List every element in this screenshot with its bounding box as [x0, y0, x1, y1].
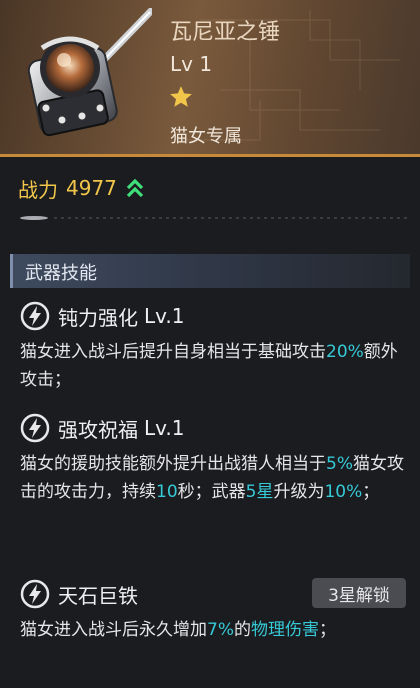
skill-description: 猫女的援助技能额外提升出战猎人相当于5%猫女攻击的攻击力，持续10秒；武器5星升…	[20, 450, 412, 506]
skill-level: Lv.1	[144, 304, 185, 328]
weapon-level: Lv 1	[170, 52, 213, 76]
skill-description: 猫女进入战斗后提升自身相当于基础攻击20%额外攻击；	[20, 338, 412, 394]
desc-highlight: 物理伤害	[250, 620, 319, 640]
weapon-skills-section-header: 武器技能	[10, 254, 410, 288]
skill-description: 猫女进入战斗后永久增加7%的物理伤害；	[20, 616, 412, 644]
skill-assault-blessing: 强攻祝福 Lv.1 猫女的援助技能额外提升出战猎人相当于5%猫女攻击的攻击力，持…	[20, 412, 412, 506]
divider	[20, 216, 410, 220]
desc-highlight: 5%	[326, 454, 353, 474]
double-chevron-up-icon	[126, 178, 144, 198]
skill-meteoric-iron: 天石巨铁 3星解锁 猫女进入战斗后永久增加7%的物理伤害；	[20, 578, 412, 644]
skill-name: 天石巨铁	[58, 583, 138, 608]
lightning-icon	[20, 413, 50, 443]
desc-highlight: 7%	[207, 620, 234, 640]
desc-highlight: 10%	[324, 482, 363, 502]
desc-highlight: 10	[156, 482, 178, 502]
lightning-icon	[20, 579, 50, 609]
section-title: 武器技能	[25, 263, 97, 284]
desc-text: ；	[362, 482, 380, 502]
star-icon	[170, 86, 192, 107]
desc-highlight: 20%	[326, 342, 364, 362]
desc-text: 猫女进入战斗后永久增加	[20, 620, 207, 640]
power-label: 战力	[18, 177, 58, 202]
combat-power: 战力 4977	[18, 174, 145, 202]
desc-highlight: 5星	[245, 482, 274, 502]
desc-text: ；	[318, 620, 336, 640]
skill-name: 强攻祝福	[58, 417, 138, 442]
exclusive-label: 猫女专属	[170, 126, 242, 147]
skill-blunt-force: 钝力强化 Lv.1 猫女进入战斗后提升自身相当于基础攻击20%额外攻击；	[20, 300, 412, 394]
desc-text: 秒；武器	[177, 482, 246, 502]
skill-name: 钝力强化	[58, 305, 138, 330]
weapon-header: 瓦尼亚之锤 Lv 1 猫女专属	[0, 0, 420, 157]
hammer-weapon-icon	[27, 8, 152, 137]
desc-text: 猫女的援助技能额外提升出战猎人相当于	[20, 454, 326, 474]
lightning-icon	[20, 301, 50, 331]
unlock-requirement-badge: 3星解锁	[312, 578, 406, 608]
desc-text: 升级为	[273, 482, 325, 502]
weapon-name: 瓦尼亚之锤	[170, 20, 281, 45]
skill-level: Lv.1	[144, 416, 185, 440]
power-value: 4977	[66, 176, 117, 200]
desc-text: 的	[233, 620, 251, 640]
desc-text: 猫女进入战斗后提升自身相当于基础攻击	[20, 342, 326, 362]
